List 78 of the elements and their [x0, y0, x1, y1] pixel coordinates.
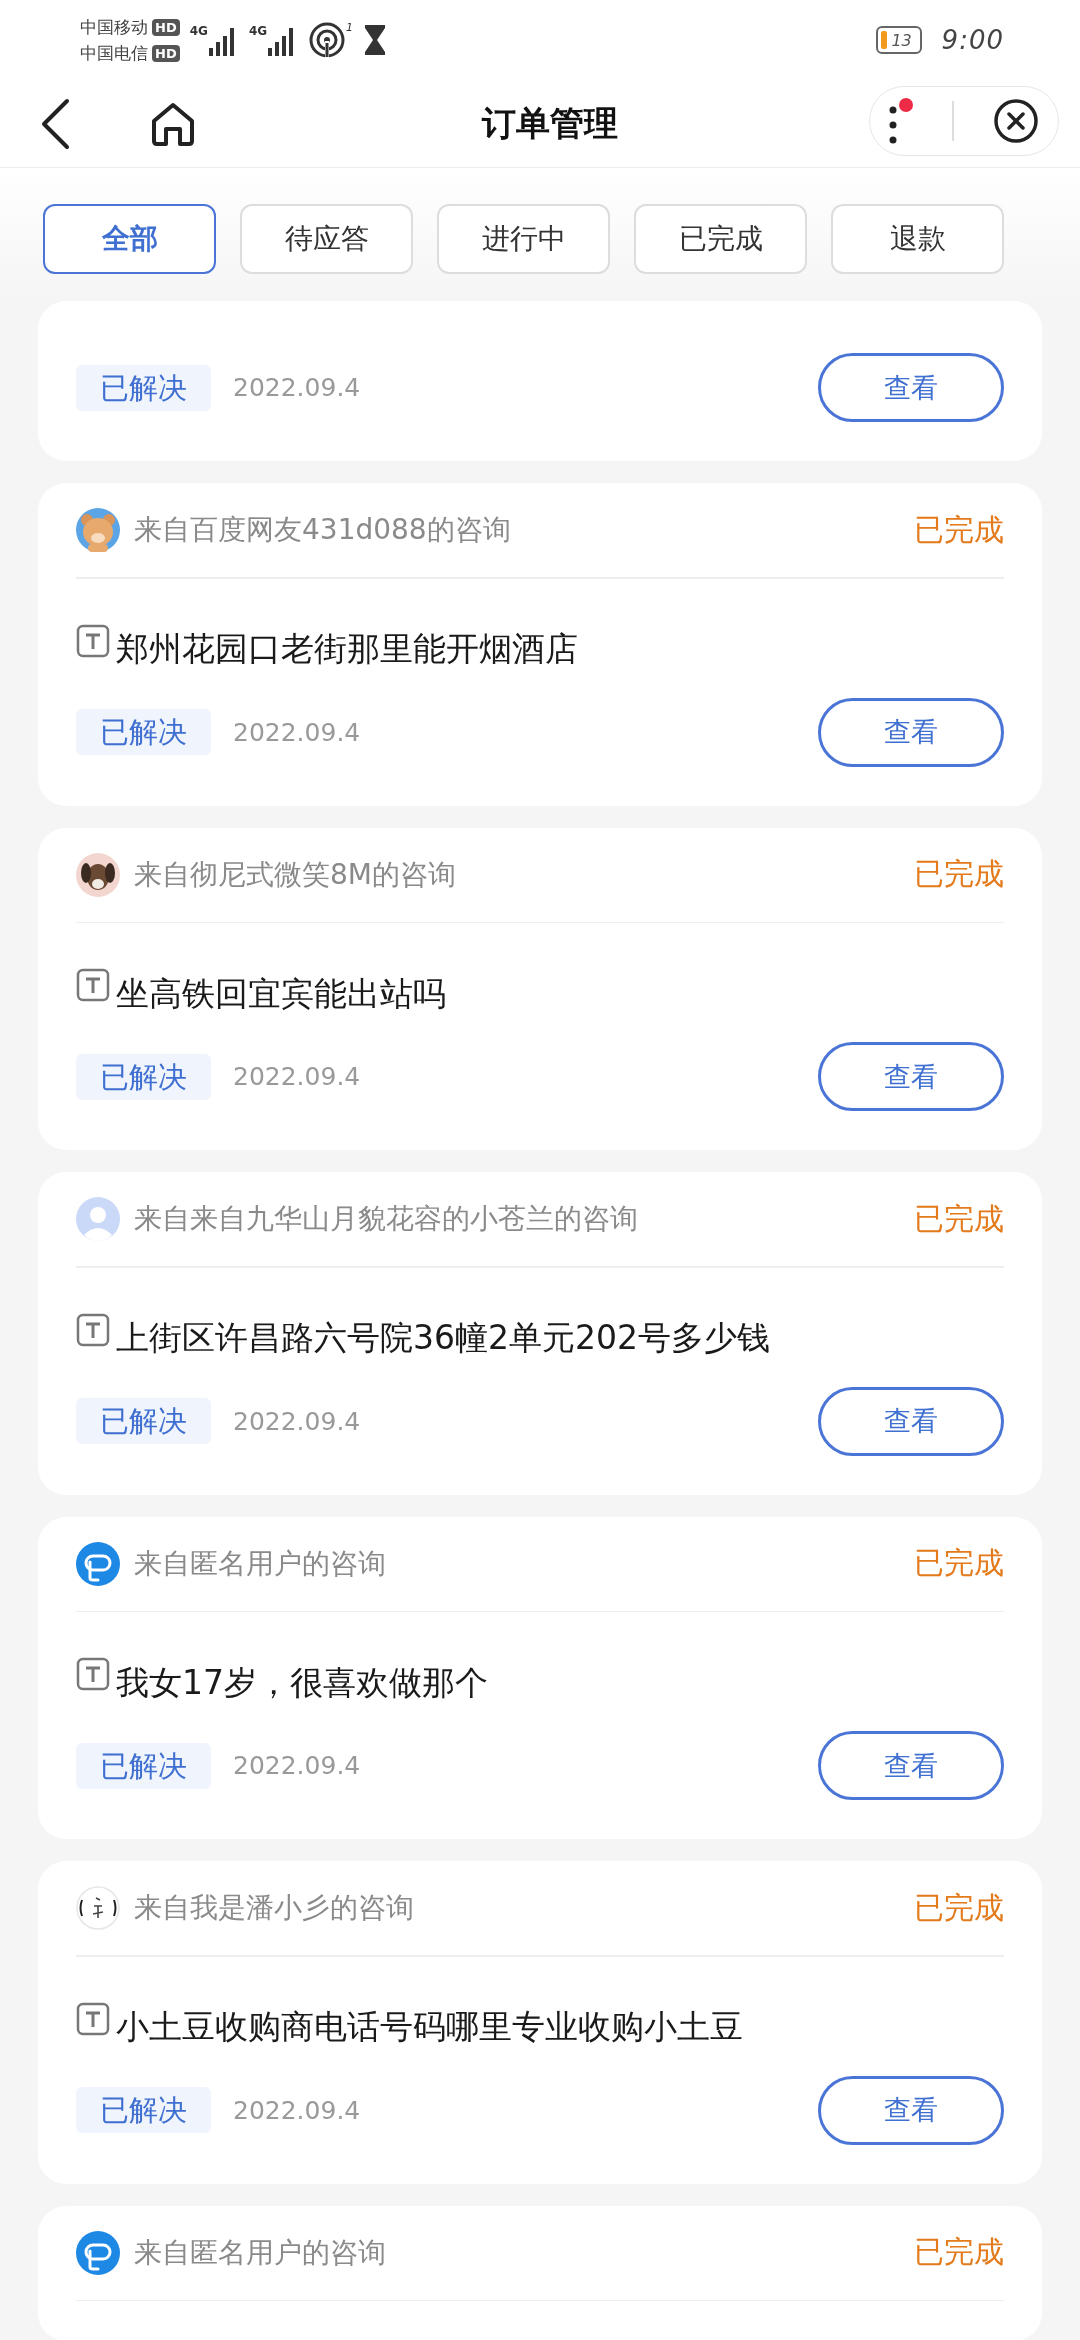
view-button[interactable]: 查看: [818, 1386, 1004, 1456]
anonymous-avatar-icon: [76, 2230, 120, 2275]
text-icon: [76, 1312, 110, 1347]
dog-avatar-icon: [76, 852, 120, 897]
view-button[interactable]: 查看: [818, 353, 1004, 422]
battery-charge-icon: [880, 31, 887, 49]
order-card[interactable]: 已解决 2022.09.4 查看: [38, 301, 1042, 461]
order-card[interactable]: 来自百度网友431d088的咨询 已完成 郑州花园口老街那里能开烟酒店 已解决 2022.09.4 查看: [38, 483, 1042, 806]
order-card[interactable]: 来自彻尼式微笑8M的咨询 已完成 坐高铁回宜宾能出站吗 已解决 2022.09.4 查看: [38, 827, 1042, 1150]
home-button[interactable]: [150, 100, 196, 147]
back-icon: [40, 97, 70, 150]
clock-time: 9:00: [941, 25, 1004, 55]
consult-source: 来自百度网友431d088的咨询: [134, 512, 511, 548]
question-text: 郑州花园口老街那里能开烟酒店: [116, 628, 578, 670]
battery-level: 13: [890, 30, 912, 50]
network-label: 4G: [189, 24, 208, 38]
question-text: 上街区许昌路六号院36幢2单元202号多少钱: [116, 1317, 770, 1359]
text-icon: [76, 623, 110, 658]
text-icon: [76, 2001, 110, 2036]
anonymous-avatar-icon: [76, 1541, 120, 1586]
hotspot-count: 1: [346, 21, 354, 34]
hourglass-icon: [363, 23, 388, 57]
avatar-icon: [76, 1886, 120, 1930]
hd-badge: HD: [152, 18, 180, 36]
consult-source: 来自匿名用户的咨询: [134, 2234, 386, 2271]
resolved-tag: 已解决: [76, 1398, 211, 1444]
filter-tab[interactable]: 待应答: [240, 204, 413, 274]
consult-source: 来自匿名用户的咨询: [134, 1545, 386, 1582]
resolved-tag: 已解决: [76, 709, 211, 755]
consult-source: 来自我是潘小彡的咨询: [134, 1890, 414, 1926]
order-date: 2022.09.4: [233, 1406, 361, 1436]
resolved-tag: 已解决: [76, 1742, 211, 1789]
question-text: 坐高铁回宜宾能出站吗: [116, 972, 446, 1015]
consult-source: 来自来自九华山月貌花容的小苍兰的咨询: [134, 1201, 638, 1237]
text-icon: [76, 968, 110, 1002]
order-date: 2022.09.4: [233, 1751, 361, 1780]
order-date: 2022.09.4: [233, 717, 361, 747]
back-button[interactable]: [40, 97, 70, 150]
order-date: 2022.09.4: [233, 1062, 361, 1091]
hd-badge: HD: [152, 44, 180, 62]
order-status: 已完成: [914, 2233, 1004, 2271]
order-date: 2022.09.4: [233, 2095, 361, 2125]
user-avatar-icon: [76, 1197, 120, 1241]
order-card[interactable]: 来自来自九华山月貌花容的小苍兰的咨询 已完成 上街区许昌路六号院36幢2单元202号多少钱 已解决 2022.09.4 查看: [38, 1172, 1042, 1495]
text-icon: [76, 1657, 110, 1691]
question-text: 小土豆收购商电话号码哪里专业收购小土豆: [116, 2006, 743, 2048]
more-icon: [889, 105, 898, 144]
order-card[interactable]: 来自我是潘小彡的咨询 已完成 小土豆收购商电话号码哪里专业收购小土豆 已解决 2022.09.4 查看: [38, 1861, 1042, 2184]
close-icon: [992, 97, 1039, 144]
consult-source: 来自彻尼式微笑8M的咨询: [134, 856, 456, 893]
order-status: 已完成: [914, 1199, 1004, 1238]
filter-tab[interactable]: 进行中: [437, 204, 610, 274]
home-icon: [150, 100, 196, 147]
view-button[interactable]: 查看: [818, 1042, 1004, 1111]
bear-avatar-icon: [76, 508, 120, 552]
view-button[interactable]: 查看: [818, 2075, 1004, 2145]
filter-tab[interactable]: 退款: [831, 204, 1004, 274]
resolved-tag: 已解决: [76, 2087, 211, 2133]
hotspot-icon: [308, 21, 347, 59]
order-status: 已完成: [914, 1888, 1004, 1927]
view-button[interactable]: 查看: [818, 697, 1004, 767]
order-status: 已完成: [914, 510, 1004, 549]
order-status: 已完成: [914, 855, 1004, 893]
carrier-name: 中国电信: [80, 42, 148, 64]
order-date: 2022.09.4: [233, 373, 361, 402]
view-button[interactable]: 查看: [818, 1731, 1004, 1800]
close-button[interactable]: [992, 97, 1039, 144]
filter-tab[interactable]: 全部: [43, 204, 216, 274]
resolved-tag: 已解决: [76, 1053, 211, 1100]
resolved-tag: 已解决: [76, 364, 211, 411]
carrier-name: 中国移动: [80, 16, 148, 38]
more-button[interactable]: [889, 97, 914, 144]
question-text: 我女17岁，很喜欢做那个: [116, 1661, 488, 1704]
order-status: 已完成: [914, 1544, 1004, 1582]
page-title: 订单管理: [481, 101, 618, 145]
order-card[interactable]: 来自匿名用户的咨询 已完成 我女17岁，很喜欢做那个 已解决 2022.09.4 查看: [38, 1516, 1042, 1839]
network-label: 4G: [248, 24, 268, 38]
filter-tab[interactable]: 已完成: [634, 204, 807, 274]
